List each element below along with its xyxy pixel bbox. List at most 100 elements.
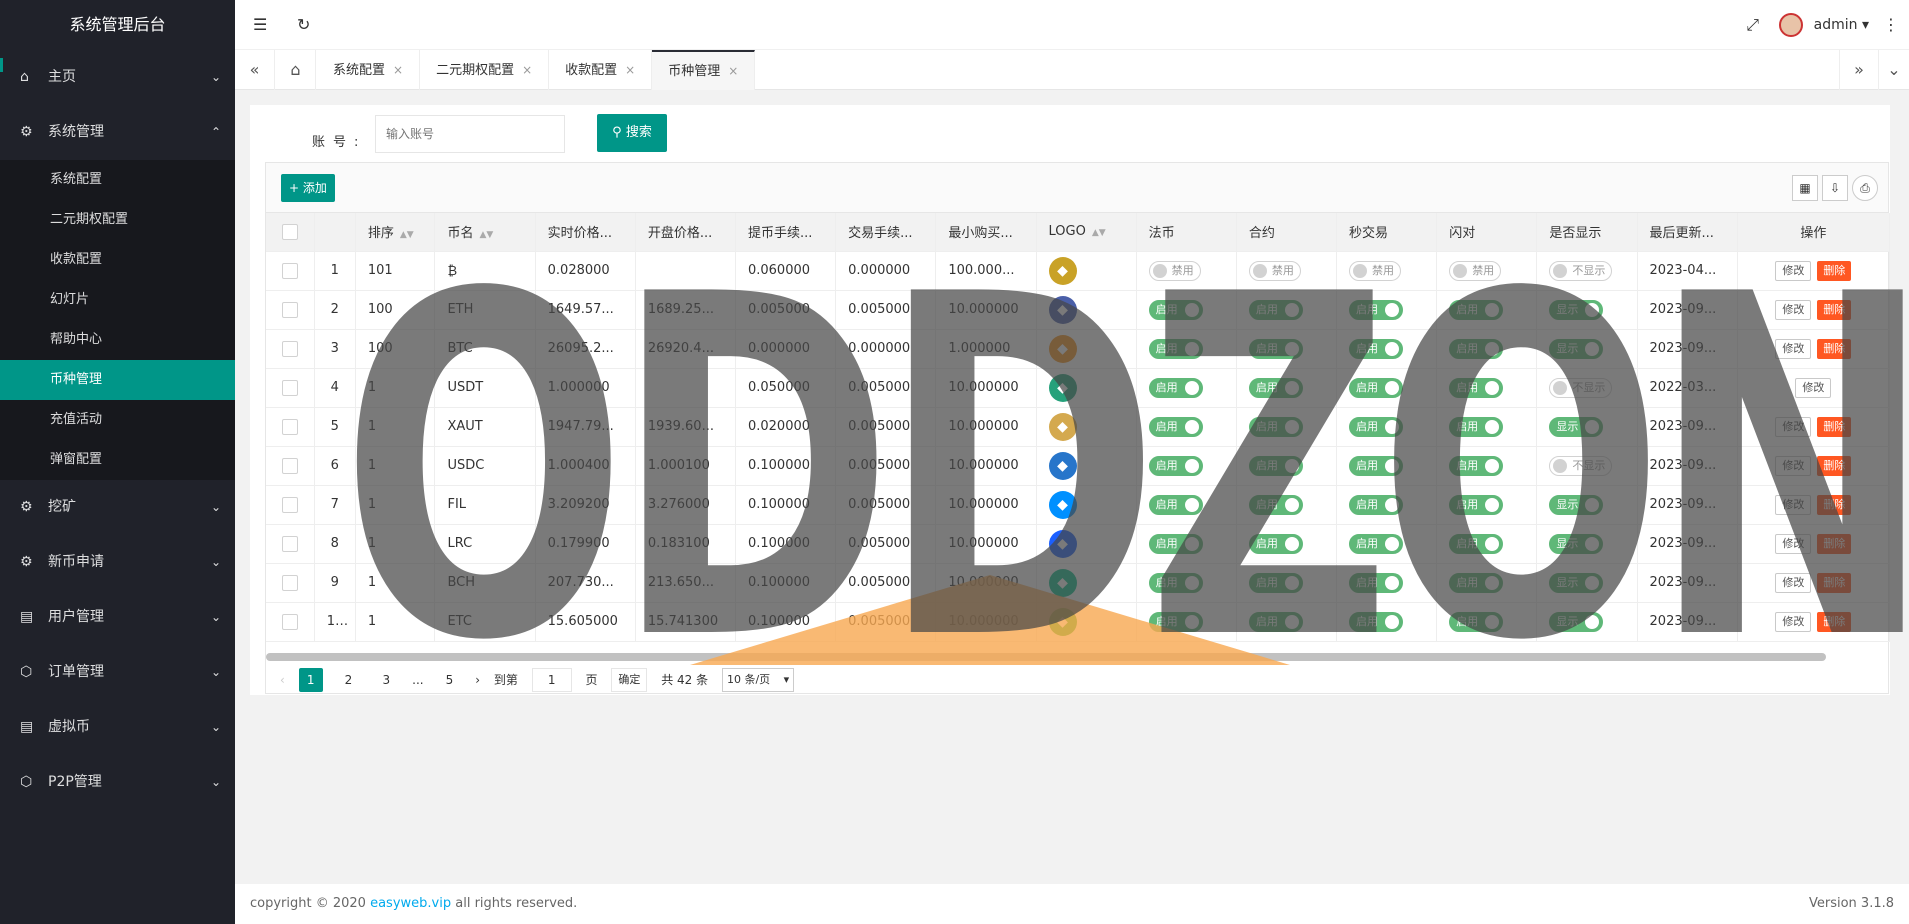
sec-toggle[interactable]: 启用 (1349, 572, 1404, 593)
refresh-icon[interactable]: ↻ (297, 0, 310, 50)
page-1[interactable]: 1 (298, 667, 323, 692)
tab-dropdown-icon[interactable]: ⌄ (1879, 50, 1909, 90)
contract-toggle[interactable]: 启用 (1248, 338, 1303, 359)
tab-payment-config[interactable]: 收款配置 × (549, 50, 653, 90)
tab-currency[interactable]: 币种管理 × (652, 50, 756, 90)
flash-toggle[interactable]: 启用 (1449, 299, 1504, 320)
delete-button[interactable]: 删除 (1817, 611, 1852, 632)
horizontal-scrollbar[interactable] (266, 653, 1826, 661)
edit-button[interactable]: 修改 (1775, 455, 1812, 476)
contract-toggle[interactable]: 启用 (1248, 455, 1303, 476)
delete-button[interactable]: 删除 (1817, 533, 1852, 554)
flash-toggle[interactable]: 启用 (1449, 611, 1504, 632)
row-checkbox[interactable] (281, 379, 298, 396)
close-icon[interactable]: × (522, 63, 532, 77)
edit-button[interactable]: 修改 (1775, 533, 1812, 554)
flash-toggle[interactable]: 启用 (1449, 494, 1504, 515)
fiat-toggle[interactable]: 启用 (1148, 455, 1203, 476)
flash-toggle[interactable]: 启用 (1449, 533, 1504, 554)
fiat-toggle[interactable]: 启用 (1148, 377, 1203, 398)
sidebar-sub-payment-config[interactable]: 收款配置 (0, 240, 235, 280)
row-checkbox[interactable] (281, 457, 298, 474)
show-toggle[interactable]: 不显示 (1549, 455, 1613, 476)
col-name[interactable]: 币名 ▲▼ (434, 213, 536, 252)
sort-icon[interactable]: ▲▼ (479, 230, 493, 240)
sidebar-sub-popup[interactable]: 弹窗配置 (0, 440, 235, 480)
fiat-toggle[interactable]: 启用 (1148, 533, 1203, 554)
sidebar-item-users[interactable]: ▤ 用户管理 ⌄ (0, 590, 235, 645)
tab-next-icon[interactable]: » (1839, 50, 1879, 90)
next-page-icon[interactable]: › (475, 664, 480, 696)
sec-toggle[interactable]: 启用 (1349, 611, 1404, 632)
page-3[interactable]: 3 (374, 668, 398, 692)
columns-icon[interactable]: ▦ (1792, 175, 1818, 201)
export-icon[interactable]: ⇩ (1822, 175, 1848, 201)
tab-prev-icon[interactable]: « (235, 50, 275, 90)
contract-toggle[interactable]: 启用 (1248, 611, 1303, 632)
sec-toggle[interactable]: 禁用 (1349, 260, 1402, 281)
goto-confirm-button[interactable]: 确定 (611, 667, 648, 692)
flash-toggle[interactable]: 启用 (1449, 377, 1504, 398)
fiat-toggle[interactable]: 禁用 (1148, 260, 1201, 281)
contract-toggle[interactable]: 启用 (1248, 299, 1303, 320)
footer-link[interactable]: easyweb.vip (370, 896, 451, 911)
contract-toggle[interactable]: 启用 (1248, 572, 1303, 593)
sidebar-sub-system-config[interactable]: 系统配置 (0, 160, 235, 200)
delete-button[interactable]: 删除 (1817, 455, 1852, 476)
delete-button[interactable]: 删除 (1817, 416, 1852, 437)
edit-button[interactable]: 修改 (1775, 572, 1812, 593)
row-checkbox[interactable] (281, 574, 298, 591)
row-checkbox[interactable] (281, 496, 298, 513)
page-5[interactable]: 5 (437, 668, 461, 692)
flash-toggle[interactable]: 启用 (1449, 338, 1504, 359)
sort-icon[interactable]: ▲▼ (1092, 228, 1106, 238)
sec-toggle[interactable]: 启用 (1349, 533, 1404, 554)
contract-toggle[interactable]: 启用 (1248, 416, 1303, 437)
more-icon[interactable]: ⋮ (1883, 0, 1899, 50)
edit-button[interactable]: 修改 (1775, 338, 1812, 359)
sidebar-item-orders[interactable]: ⬡ 订单管理 ⌄ (0, 645, 235, 700)
delete-button[interactable]: 删除 (1817, 299, 1852, 320)
show-toggle[interactable]: 显示 (1549, 416, 1604, 437)
flash-toggle[interactable]: 启用 (1449, 572, 1504, 593)
sec-toggle[interactable]: 启用 (1349, 416, 1404, 437)
fiat-toggle[interactable]: 启用 (1148, 416, 1203, 437)
row-checkbox[interactable] (281, 340, 298, 357)
sidebar-item-mining[interactable]: ⚙ 挖矿 ⌄ (0, 480, 235, 535)
delete-button[interactable]: 删除 (1817, 494, 1852, 515)
search-button[interactable]: ⚲ 搜索 (597, 114, 667, 152)
edit-button[interactable]: 修改 (1775, 416, 1812, 437)
col-withdraw-fee[interactable]: 提币手续... (735, 213, 837, 252)
contract-toggle[interactable]: 启用 (1248, 377, 1303, 398)
edit-button[interactable]: 修改 (1775, 260, 1812, 281)
sidebar-item-home[interactable]: ⌂ 主页 ⌄ (0, 50, 235, 105)
row-checkbox[interactable] (281, 613, 298, 630)
fiat-toggle[interactable]: 启用 (1148, 299, 1203, 320)
user-menu[interactable]: admin ▾ (1779, 0, 1869, 50)
flash-toggle[interactable]: 禁用 (1449, 260, 1502, 281)
account-input[interactable] (375, 115, 565, 153)
sidebar-sub-slides[interactable]: 幻灯片 (0, 280, 235, 320)
col-logo[interactable]: LOGO ▲▼ (1036, 213, 1137, 252)
fold-menu-icon[interactable]: ☰ (253, 0, 267, 50)
row-checkbox[interactable] (281, 535, 298, 552)
delete-button[interactable]: 删除 (1817, 572, 1852, 593)
tab-option-config[interactable]: 二元期权配置 × (420, 50, 550, 90)
edit-button[interactable]: 修改 (1775, 299, 1812, 320)
row-checkbox[interactable] (281, 301, 298, 318)
sec-toggle[interactable]: 启用 (1349, 377, 1404, 398)
tab-home-icon[interactable]: ⌂ (276, 50, 316, 90)
sidebar-item-new-coin[interactable]: ⚙ 新币申请 ⌄ (0, 535, 235, 590)
sec-toggle[interactable]: 启用 (1349, 494, 1404, 515)
fiat-toggle[interactable]: 启用 (1148, 338, 1203, 359)
fullscreen-icon[interactable]: ⤢ (1746, 0, 1759, 50)
page-2[interactable]: 2 (336, 668, 360, 692)
sidebar-item-virtual-coin[interactable]: ▤ 虚拟币 ⌄ (0, 700, 235, 755)
contract-toggle[interactable]: 启用 (1248, 533, 1303, 554)
fiat-toggle[interactable]: 启用 (1148, 572, 1203, 593)
close-icon[interactable]: × (625, 63, 635, 77)
row-checkbox[interactable] (281, 262, 298, 279)
contract-toggle[interactable]: 禁用 (1248, 260, 1301, 281)
col-price[interactable]: 实时价格... (535, 213, 636, 252)
sidebar-sub-option-config[interactable]: 二元期权配置 (0, 200, 235, 240)
